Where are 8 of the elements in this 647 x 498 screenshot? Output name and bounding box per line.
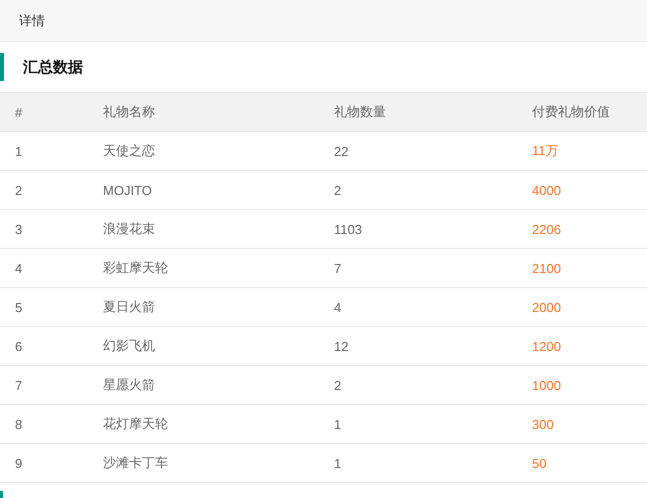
section-marker <box>0 491 3 498</box>
section-title: 汇总数据 <box>23 58 83 76</box>
value-cell: 50 <box>517 444 647 482</box>
section-marker <box>0 53 4 81</box>
table-cell: 1 <box>319 444 517 482</box>
table-cell: 沙滩卡丁车 <box>88 444 319 482</box>
page-title: 详情 <box>19 12 45 30</box>
table-cell: 9 <box>0 444 88 482</box>
